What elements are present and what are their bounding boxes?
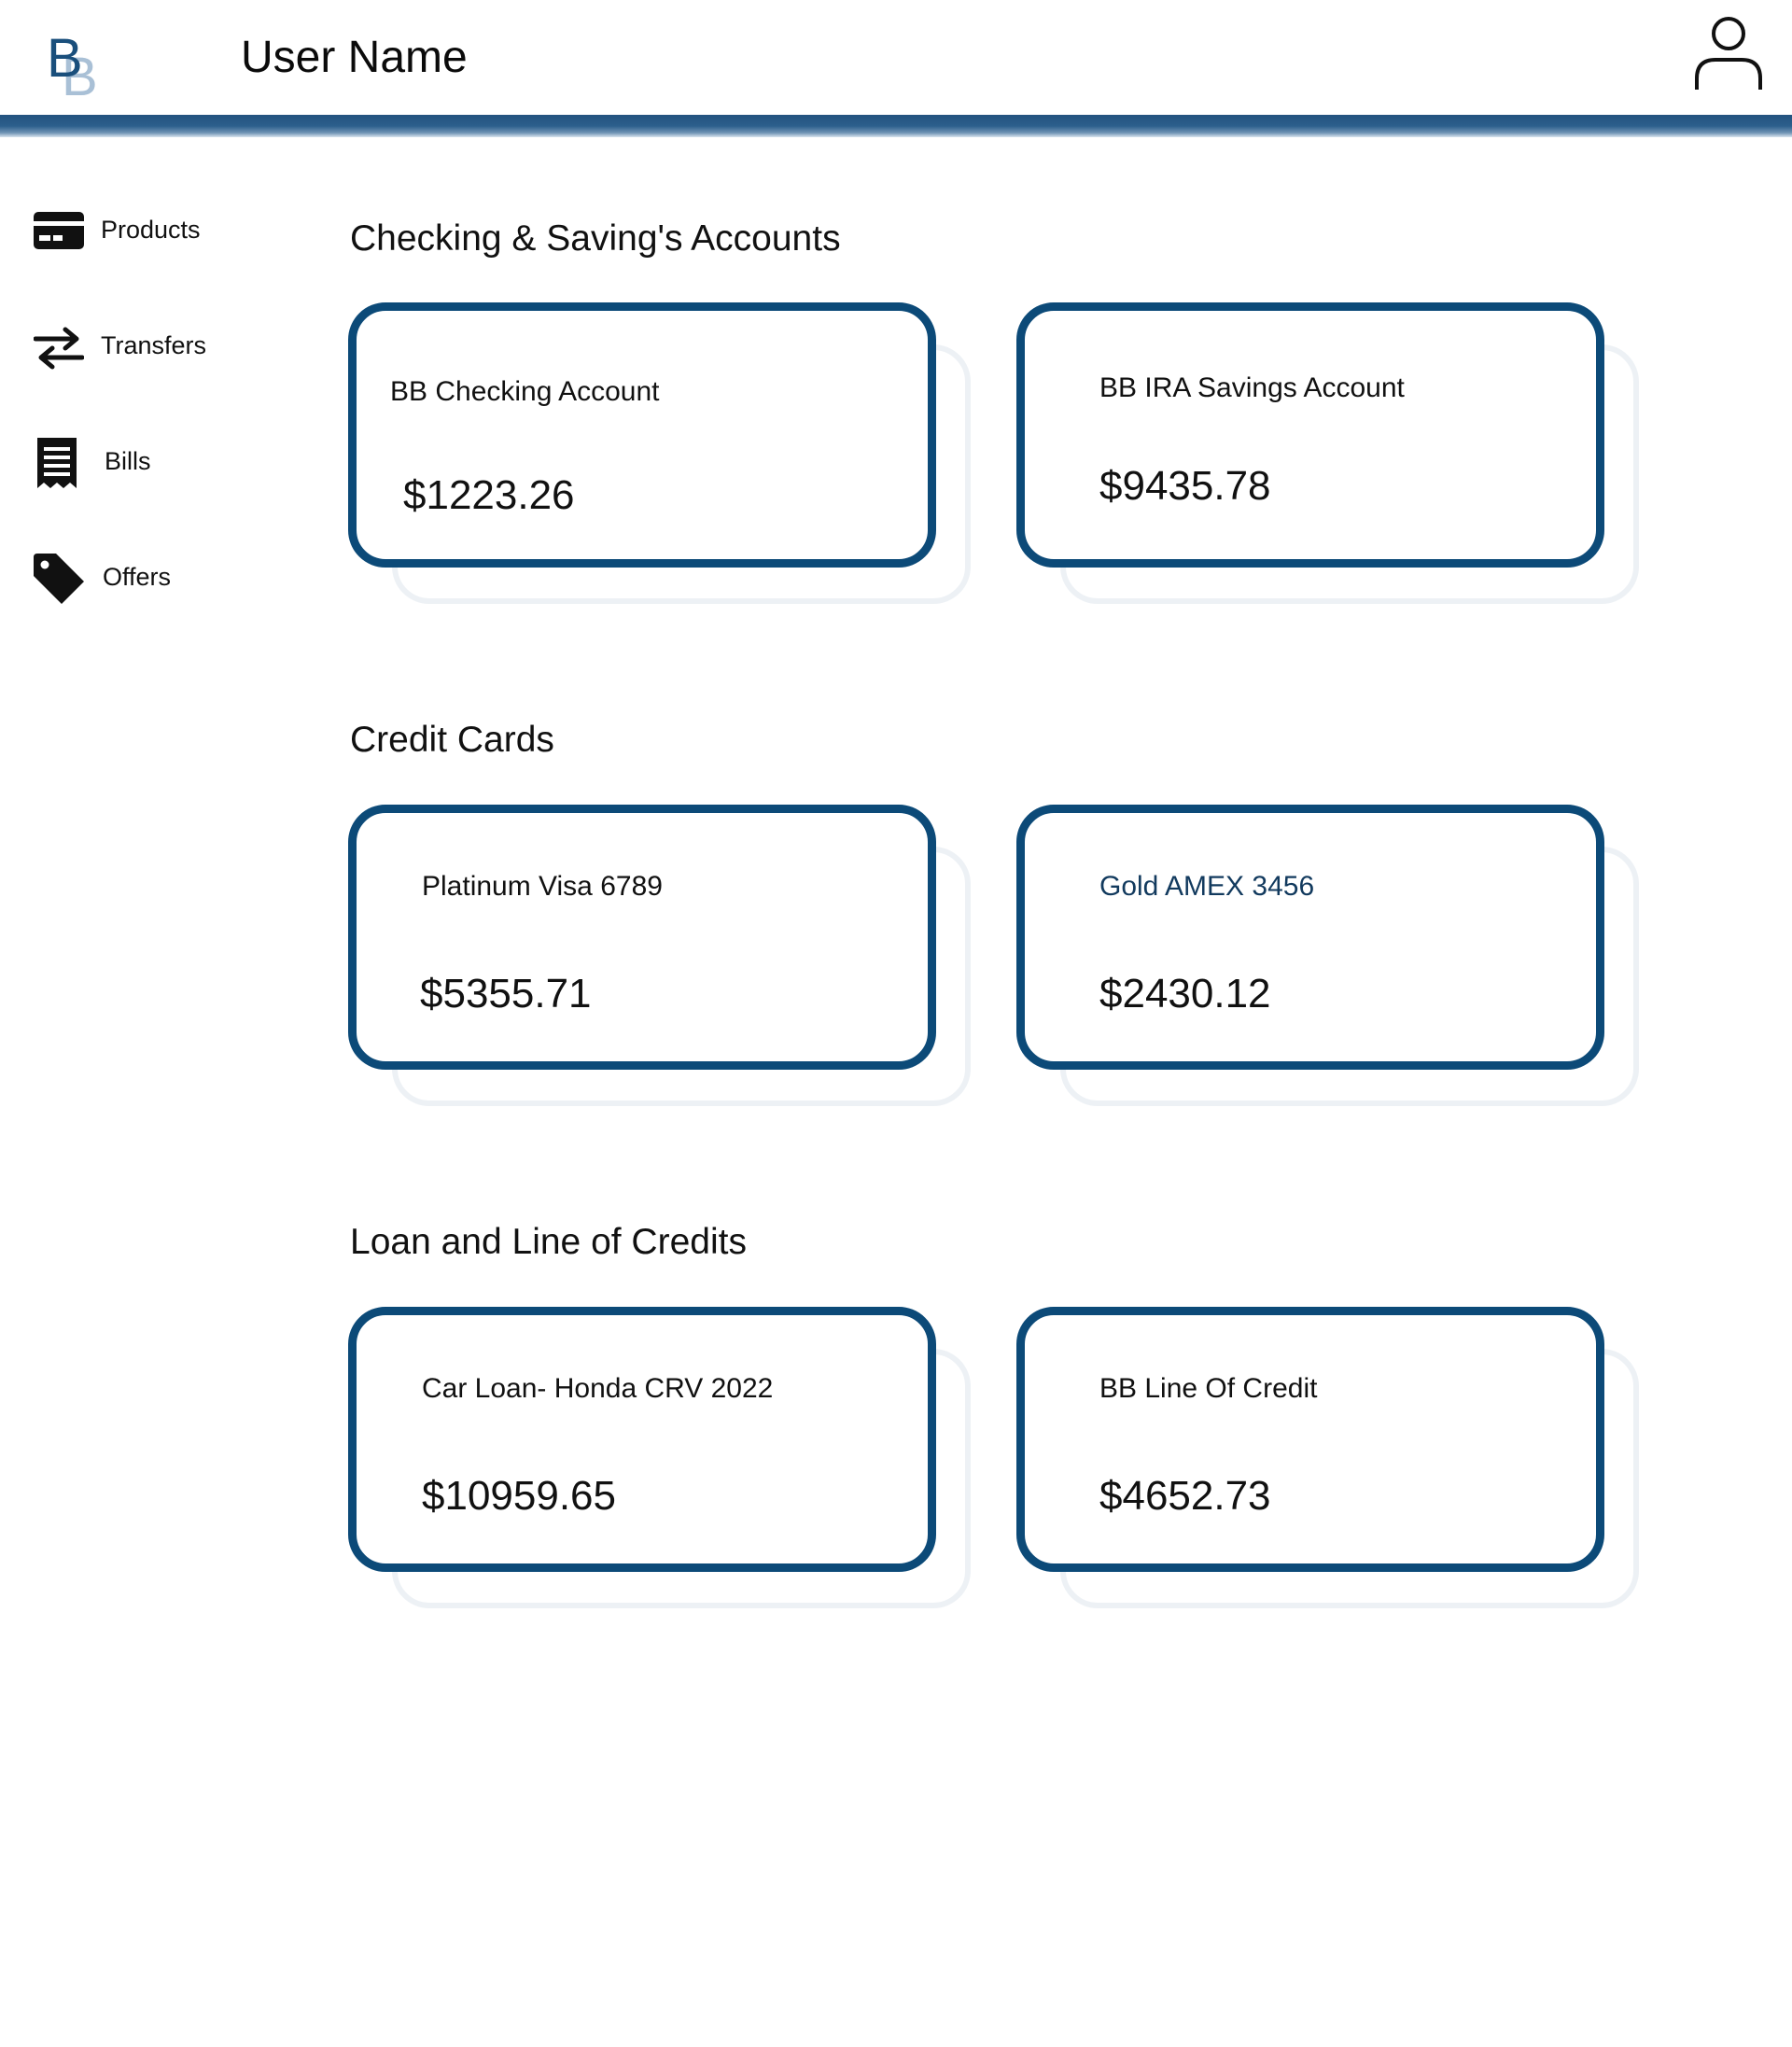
credit-card-gold-amex[interactable]: Gold AMEX 3456 $2430.12	[1016, 805, 1651, 1113]
card-frame: BB Checking Account $1223.26	[348, 302, 936, 568]
user-profile-icon[interactable]	[1691, 13, 1766, 93]
header-divider	[0, 115, 1792, 137]
account-card-checking[interactable]: BB Checking Account $1223.26	[348, 302, 983, 610]
sidebar-item-offers[interactable]: Offers	[28, 540, 261, 611]
account-card-ira-savings[interactable]: BB IRA Savings Account $9435.78	[1016, 302, 1651, 610]
account-name: BB Line Of Credit	[1099, 1373, 1318, 1404]
svg-text:B: B	[47, 28, 83, 89]
sidebar-item-label: Transfers	[101, 331, 207, 359]
account-name: BB Checking Account	[390, 376, 660, 407]
account-balance: $9435.78	[1099, 463, 1271, 509]
section-title-loans-credit: Loan and Line of Credits	[350, 1222, 747, 1262]
account-balance: $10959.65	[422, 1473, 616, 1519]
credit-card-icon	[34, 206, 84, 257]
card-frame: Car Loan- Honda CRV 2022 $10959.65	[348, 1307, 936, 1572]
account-balance: $5355.71	[420, 971, 592, 1016]
sidebar-item-transfers[interactable]: Transfers	[28, 309, 261, 380]
account-name: BB IRA Savings Account	[1099, 372, 1405, 403]
card-frame: Gold AMEX 3456 $2430.12	[1016, 805, 1604, 1070]
sidebar-item-products[interactable]: Products	[28, 193, 261, 264]
app-header: B B User Name	[0, 0, 1792, 115]
card-frame: BB IRA Savings Account $9435.78	[1016, 302, 1604, 568]
section-title-credit-cards: Credit Cards	[350, 720, 554, 760]
card-frame: Platinum Visa 6789 $5355.71	[348, 805, 936, 1070]
sidebar-item-bills[interactable]: Bills	[28, 425, 261, 496]
sidebar-item-label: Products	[101, 216, 201, 244]
account-balance: $1223.26	[403, 472, 575, 518]
account-name: Platinum Visa 6789	[422, 871, 663, 902]
account-name: Gold AMEX 3456	[1099, 871, 1315, 902]
credit-card-platinum-visa[interactable]: Platinum Visa 6789 $5355.71	[348, 805, 983, 1113]
sidebar-item-label: Offers	[103, 563, 172, 591]
loan-card-car-loan[interactable]: Car Loan- Honda CRV 2022 $10959.65	[348, 1307, 983, 1615]
transfer-arrows-icon	[34, 322, 84, 372]
account-balance: $2430.12	[1099, 971, 1271, 1016]
loan-card-line-of-credit[interactable]: BB Line Of Credit $4652.73	[1016, 1307, 1651, 1615]
account-balance: $4652.73	[1099, 1473, 1271, 1519]
sidebar-item-label: Bills	[105, 447, 151, 475]
user-name: User Name	[241, 33, 468, 82]
account-name: Car Loan- Honda CRV 2022	[422, 1373, 774, 1404]
receipt-icon	[34, 438, 84, 488]
price-tag-icon	[34, 554, 84, 604]
section-title-checking-savings: Checking & Saving's Accounts	[350, 218, 841, 259]
card-frame: BB Line Of Credit $4652.73	[1016, 1307, 1604, 1572]
bb-logo-icon[interactable]: B B	[45, 21, 110, 99]
